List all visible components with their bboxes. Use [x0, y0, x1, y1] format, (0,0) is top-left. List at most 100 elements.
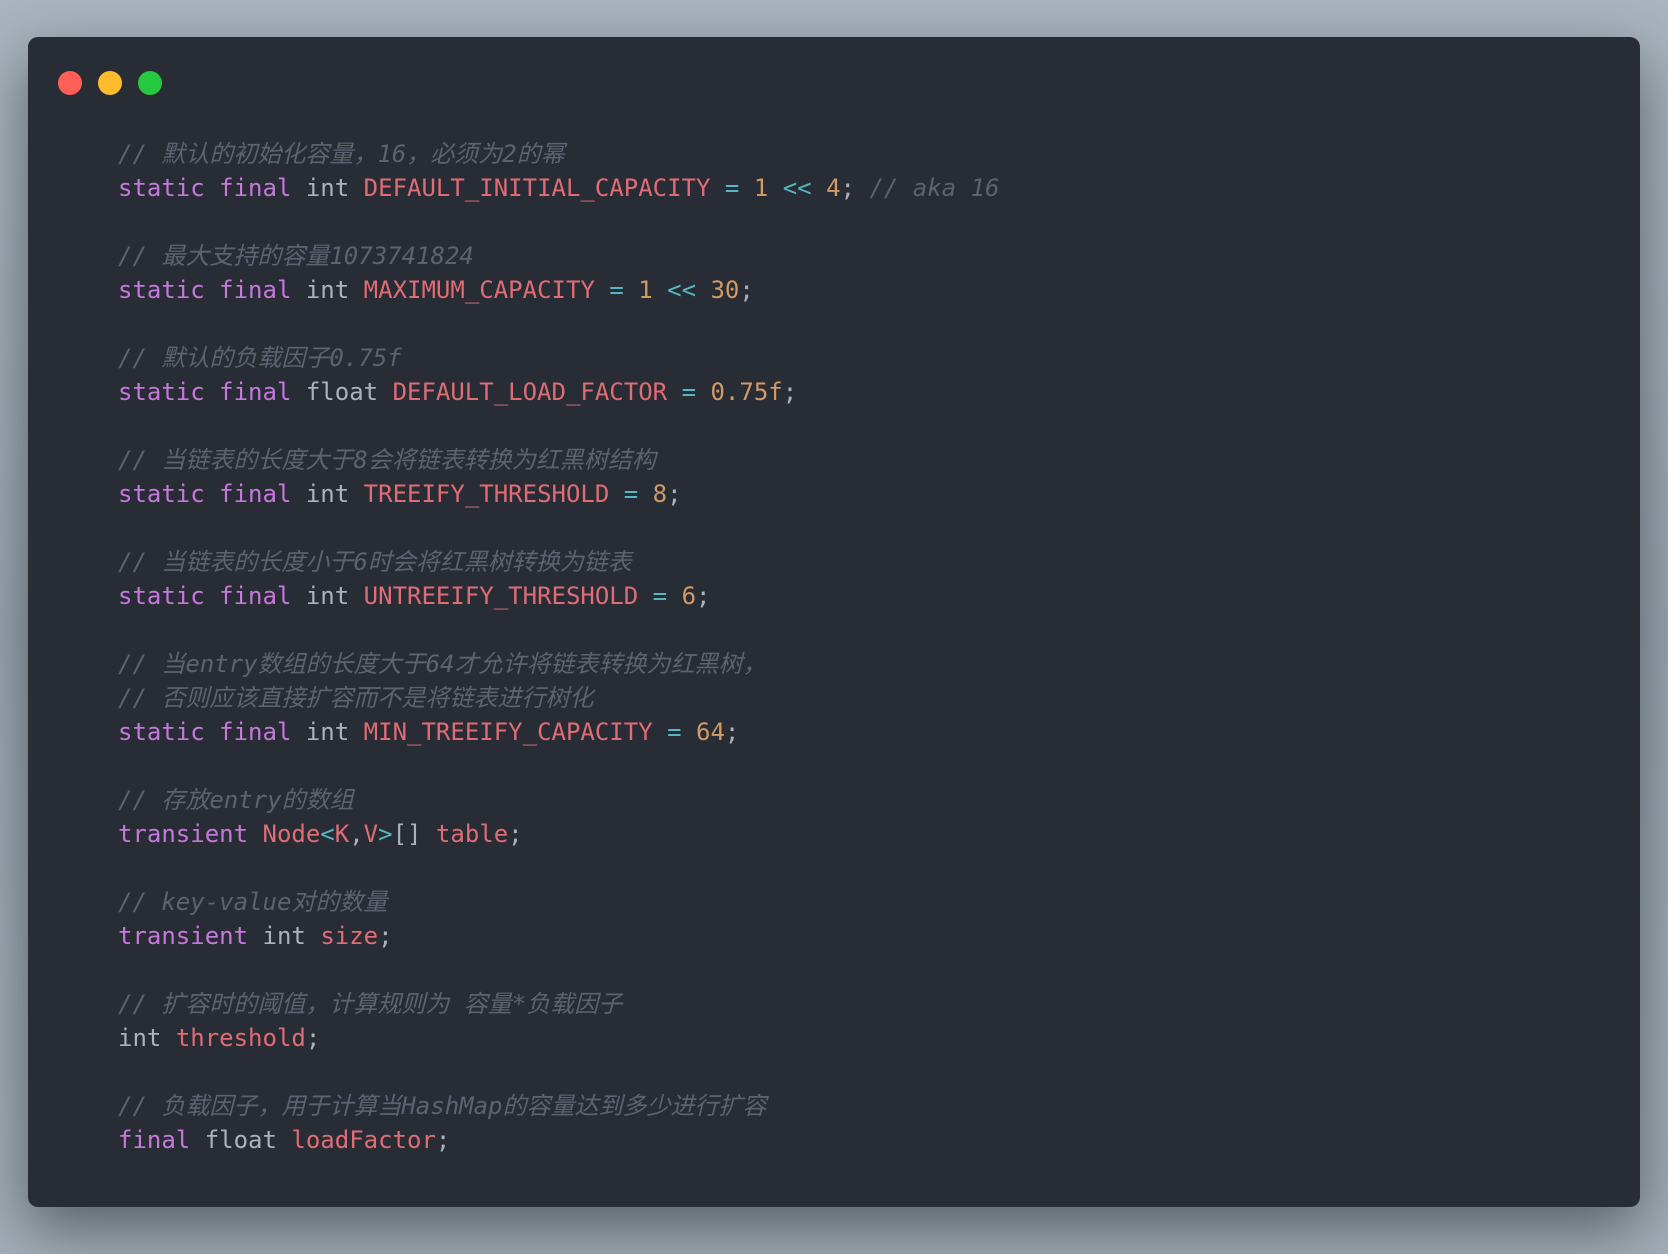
- code-token-type: int: [262, 922, 306, 950]
- code-token-punc: [812, 174, 826, 202]
- code-token-type: int: [305, 480, 350, 508]
- code-token-op: =: [667, 718, 682, 746]
- code-token-num: 1: [753, 174, 769, 202]
- code-token-punc: [667, 378, 681, 406]
- code-line: transient Node<K,V>[] table;: [118, 817, 1600, 851]
- code-token-punc: [638, 480, 652, 508]
- code-token-class: Node: [262, 820, 321, 848]
- code-token-op: =: [623, 480, 639, 508]
- code-block: // 默认的初始化容量，16，必须为2的幂 static final int DE…: [118, 137, 1600, 1157]
- code-token-punc: [768, 174, 782, 202]
- code-token-type: int: [118, 1024, 162, 1052]
- code-token-keyword: static: [118, 582, 205, 610]
- code-token-type: float: [305, 378, 379, 406]
- code-token-keyword: final: [219, 276, 292, 304]
- code-line: static final float DEFAULT_LOAD_FACTOR =…: [118, 375, 1600, 409]
- code-token-keyword: final: [219, 174, 292, 202]
- code-token-punc: [205, 276, 219, 304]
- code-token-const: MAXIMUM_CAPACITY: [363, 276, 595, 304]
- code-line: // 否则应该直接扩容而不是将链表进行树化: [118, 681, 1600, 715]
- code-token-comment: // 当链表的长度大于8会将链表转换为红黑树结构: [118, 446, 656, 474]
- code-token-keyword: final: [219, 480, 292, 508]
- code-token-punc: [248, 820, 262, 848]
- code-token-punc: [291, 276, 305, 304]
- code-token-punc: ;: [840, 174, 870, 202]
- code-token-num: 1: [638, 276, 653, 304]
- minimize-button[interactable]: [98, 71, 122, 95]
- code-line: transient int size;: [118, 919, 1600, 953]
- code-token-punc: [349, 174, 363, 202]
- code-token-punc: [291, 718, 305, 746]
- code-line: static final int UNTREEIFY_THRESHOLD = 6…: [118, 579, 1600, 613]
- code-token-punc: [609, 480, 623, 508]
- code-token-var: threshold: [175, 1024, 306, 1052]
- code-token-const: DEFAULT_LOAD_FACTOR: [392, 378, 668, 406]
- code-token-punc: [205, 582, 219, 610]
- code-window: // 默认的初始化容量，16，必须为2的幂 static final int DE…: [28, 37, 1640, 1207]
- code-token-punc: [653, 718, 667, 746]
- window-controls: [58, 71, 162, 95]
- code-token-punc: [667, 582, 681, 610]
- code-token-keyword: transient: [118, 820, 249, 848]
- close-button[interactable]: [58, 71, 82, 95]
- code-token-comment: // key-value对的数量: [118, 888, 388, 916]
- code-token-const: DEFAULT_INITIAL_CAPACITY: [363, 174, 711, 202]
- code-line: // 当链表的长度小于6时会将红黑树转换为链表: [118, 545, 1600, 579]
- code-token-punc: ;: [782, 378, 798, 406]
- code-token-comment: // 当entry数组的长度大于64才允许将链表转换为红黑树，: [118, 650, 767, 678]
- code-token-class: V: [363, 820, 379, 848]
- code-token-keyword: transient: [118, 922, 249, 950]
- code-token-op: <<: [667, 276, 697, 304]
- code-token-type: int: [305, 582, 350, 610]
- code-line: // 默认的负载因子0.75f: [118, 341, 1600, 375]
- code-token-punc: ;: [739, 276, 754, 304]
- code-token-op: =: [652, 582, 668, 610]
- code-token-punc: [624, 276, 638, 304]
- code-line: // 当链表的长度大于8会将链表转换为红黑树结构: [118, 443, 1600, 477]
- code-token-num: 6: [681, 582, 697, 610]
- code-token-punc: [739, 174, 753, 202]
- code-token-punc: ;: [724, 718, 740, 746]
- code-token-comment: // 负载因子，用于计算当HashMap的容量达到多少进行扩容: [118, 1092, 767, 1120]
- code-token-comment: // 当链表的长度小于6时会将红黑树转换为链表: [118, 548, 632, 576]
- code-line: static final int MAXIMUM_CAPACITY = 1 <<…: [118, 273, 1600, 307]
- code-token-var: size: [320, 922, 379, 950]
- code-token-keyword: final: [118, 1126, 191, 1154]
- code-token-op: <: [320, 820, 335, 848]
- code-token-punc: [291, 378, 305, 406]
- code-token-num: 64: [696, 718, 725, 746]
- code-token-op: >: [378, 820, 393, 848]
- code-token-punc: [190, 1126, 204, 1154]
- code-token-keyword: static: [118, 378, 205, 406]
- code-token-punc: [248, 922, 262, 950]
- code-token-op: <<: [782, 174, 812, 202]
- code-token-punc: ;: [508, 820, 523, 848]
- code-line: // 默认的初始化容量，16，必须为2的幂: [118, 137, 1600, 171]
- code-token-num: 4: [826, 174, 841, 202]
- code-token-type: int: [305, 276, 350, 304]
- code-token-punc: [161, 1024, 175, 1052]
- maximize-button[interactable]: [138, 71, 162, 95]
- code-token-keyword: static: [118, 276, 205, 304]
- code-token-num: 8: [652, 480, 668, 508]
- code-line: static final int TREEIFY_THRESHOLD = 8;: [118, 477, 1600, 511]
- code-token-punc: [349, 718, 363, 746]
- code-token-keyword: static: [118, 174, 205, 202]
- code-token-punc: ;: [435, 1126, 451, 1154]
- code-line: final float loadFactor;: [118, 1123, 1600, 1157]
- code-token-keyword: final: [219, 718, 292, 746]
- code-token-comment: // aka 16: [869, 174, 1000, 202]
- code-token-punc: []: [392, 820, 436, 848]
- code-token-punc: ;: [696, 582, 711, 610]
- code-token-punc: [205, 378, 219, 406]
- code-token-op: =: [724, 174, 740, 202]
- code-token-punc: ;: [667, 480, 682, 508]
- code-token-const: TREEIFY_THRESHOLD: [363, 480, 610, 508]
- code-line: // 扩容时的阈值，计算规则为 容量*负载因子: [118, 987, 1600, 1021]
- code-token-comment: // 默认的负载因子0.75f: [118, 344, 402, 372]
- code-token-punc: [291, 582, 305, 610]
- code-token-punc: ,: [349, 820, 364, 848]
